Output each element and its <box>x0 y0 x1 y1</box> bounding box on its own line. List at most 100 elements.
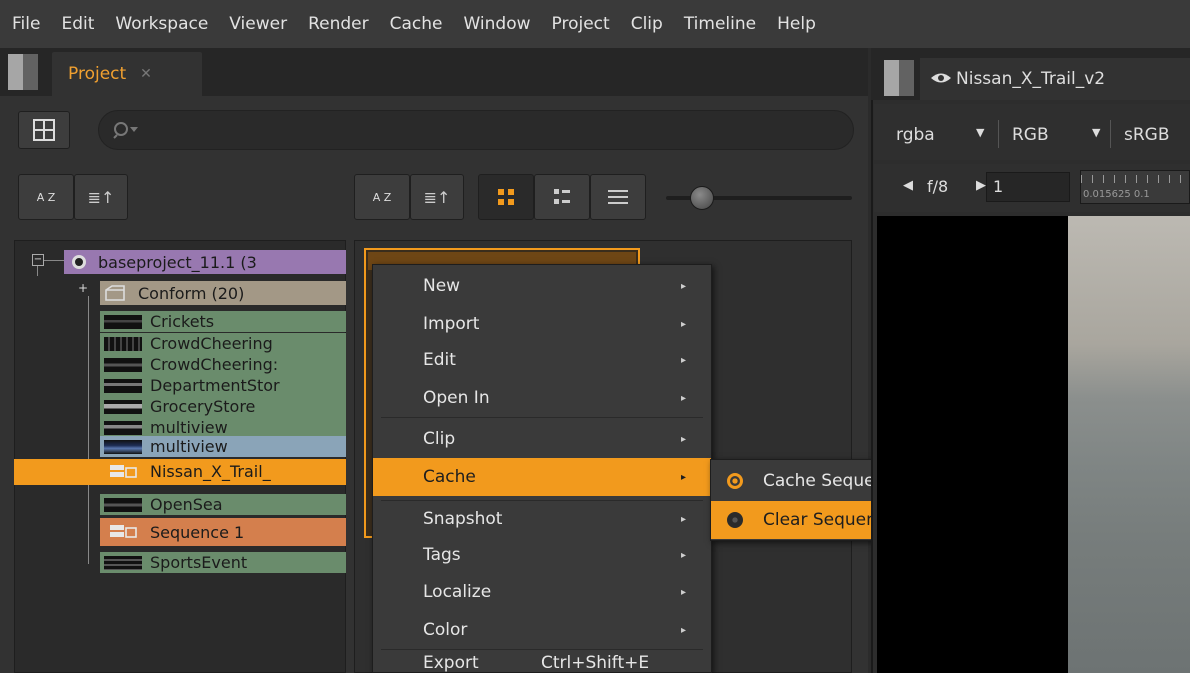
menu-help[interactable]: Help <box>777 14 816 34</box>
menu-project[interactable]: Project <box>552 14 610 34</box>
menu-clip[interactable]: Clip <box>631 14 663 34</box>
menu-item-snapshot[interactable]: Snapshot ▸ <box>373 501 711 537</box>
menu-render[interactable]: Render <box>308 14 369 34</box>
tree-item-sequence[interactable]: Sequence 1 <box>100 518 346 546</box>
list-view-button[interactable] <box>590 174 646 220</box>
menu-item-clip[interactable]: Clip ▸ <box>373 421 711 457</box>
sort-alpha-button[interactable]: A Z <box>18 174 74 220</box>
clip-icon <box>104 420 142 435</box>
clip-icon <box>104 378 142 393</box>
panel-grip-icon[interactable] <box>8 54 38 90</box>
bin-sort-order-button[interactable]: ≣↑ <box>410 174 464 220</box>
menu-item-color[interactable]: Color ▸ <box>373 612 711 648</box>
expand-icon[interactable]: + <box>78 282 89 294</box>
panel-grip-icon[interactable] <box>884 60 914 96</box>
color-space-dropdown[interactable]: RGB <box>1012 125 1049 145</box>
clip-icon <box>104 336 142 351</box>
clip-icon <box>104 555 142 570</box>
search-input[interactable] <box>98 110 854 150</box>
menu-item-export[interactable]: Export Ctrl+Shift+E <box>373 651 711 673</box>
tree-item-clip[interactable]: multiview <box>100 436 346 457</box>
fstop-value[interactable]: f/8 <box>927 177 948 196</box>
sort-order-button[interactable]: ≣↑ <box>74 174 128 220</box>
slider-handle[interactable] <box>690 186 714 210</box>
tree-item-clip[interactable]: Crickets <box>100 311 346 332</box>
chevron-down-icon[interactable]: ▼ <box>976 126 984 139</box>
menu-workspace[interactable]: Workspace <box>115 14 208 34</box>
menu-file[interactable]: File <box>12 14 40 34</box>
sort-order-icon: ≣↑ <box>423 187 451 207</box>
clip-icon <box>104 497 142 512</box>
list-icon <box>608 190 628 204</box>
submenu-arrow-icon: ▸ <box>681 280 687 292</box>
frame-input[interactable]: 1 <box>986 172 1070 202</box>
lut-dropdown[interactable]: sRGB <box>1124 125 1170 145</box>
submenu-arrow-icon: ▸ <box>681 513 687 525</box>
sort-alpha-icon: A Z <box>372 190 392 204</box>
menu-item-import[interactable]: Import ▸ <box>373 306 711 342</box>
tree-item-clip[interactable]: DepartmentStor <box>100 375 346 396</box>
thumbnail-view-button[interactable] <box>478 174 534 220</box>
step-back-icon[interactable]: ◀ <box>903 178 913 193</box>
clip-icon <box>104 439 142 454</box>
tab-project-label: Project <box>68 64 127 84</box>
submenu-arrow-icon: ▸ <box>681 586 687 598</box>
menu-edit[interactable]: Edit <box>61 14 94 34</box>
tree-item-clip[interactable]: CrowdCheering <box>100 333 346 354</box>
thumbnail-grid-icon <box>498 189 514 205</box>
menu-item-localize[interactable]: Localize ▸ <box>373 574 711 610</box>
tree-line <box>37 266 38 276</box>
menu-item-open-in[interactable]: Open In ▸ <box>373 380 711 416</box>
menu-window[interactable]: Window <box>464 14 531 34</box>
menu-bar: File Edit Workspace Viewer Render Cache … <box>0 0 1190 48</box>
menu-item-new[interactable]: New ▸ <box>373 268 711 304</box>
export-shortcut: Ctrl+Shift+E <box>541 653 650 673</box>
tree-line <box>44 260 64 261</box>
channels-dropdown[interactable]: rgba <box>896 125 935 145</box>
tree-item-clip[interactable]: GroceryStore <box>100 396 346 417</box>
collapse-icon[interactable]: − <box>32 254 44 266</box>
tree-item-clip[interactable]: SportsEvent <box>100 552 346 573</box>
menu-timeline[interactable]: Timeline <box>684 14 756 34</box>
menu-item-cache[interactable]: Cache ▸ <box>373 458 711 496</box>
divider <box>1110 120 1111 148</box>
submenu-arrow-icon: ▸ <box>681 433 687 445</box>
bin-sort-alpha-button[interactable]: A Z <box>354 174 410 220</box>
grid-layout-icon <box>33 119 55 141</box>
tree-item-bin[interactable]: Conform (20) <box>100 281 346 305</box>
tree-item-sequence[interactable]: Nissan_X_Trail_ <box>100 461 346 482</box>
sequence-icon <box>110 525 137 538</box>
menu-item-tags[interactable]: Tags ▸ <box>373 537 711 573</box>
tree-item-clip[interactable]: multiview <box>100 417 346 438</box>
step-forward-icon[interactable]: ▶ <box>976 178 986 193</box>
tree-root-project[interactable]: baseproject_11.1 (3 <box>64 250 346 274</box>
layout-toggle-button[interactable] <box>18 111 70 149</box>
tree-item-clip[interactable]: CrowdCheering: <box>100 354 346 375</box>
detail-list-icon <box>554 189 570 204</box>
tab-project[interactable]: Project ✕ <box>52 52 202 96</box>
ruler-ticks <box>1081 175 1189 183</box>
menu-item-edit[interactable]: Edit ▸ <box>373 342 711 378</box>
submenu-arrow-icon: ▸ <box>681 354 687 366</box>
divider <box>998 120 999 148</box>
submenu-arrow-icon: ▸ <box>681 392 687 404</box>
menu-viewer[interactable]: Viewer <box>229 14 287 34</box>
chevron-down-icon[interactable]: ▼ <box>1092 126 1100 139</box>
menu-cache[interactable]: Cache <box>390 14 443 34</box>
submenu-arrow-icon: ▸ <box>681 318 687 330</box>
menu-separator <box>381 649 703 650</box>
submenu-arrow-icon: ▸ <box>681 471 687 483</box>
close-icon[interactable]: ✕ <box>140 66 152 82</box>
submenu-arrow-icon: ▸ <box>681 549 687 561</box>
timeline-ruler[interactable]: 0.015625 0.1 <box>1080 170 1190 204</box>
detail-view-button[interactable] <box>534 174 590 220</box>
eye-icon <box>931 73 951 83</box>
menu-separator <box>381 417 703 418</box>
project-icon <box>72 255 86 269</box>
search-icon <box>113 122 138 139</box>
viewer-frame-image <box>1068 216 1190 673</box>
sort-alpha-icon: A Z <box>36 190 56 204</box>
tab-viewer[interactable]: Nissan_X_Trail_v2 <box>920 58 1190 100</box>
tree-item-clip[interactable]: OpenSea <box>100 494 346 515</box>
bin-icon <box>105 285 125 301</box>
